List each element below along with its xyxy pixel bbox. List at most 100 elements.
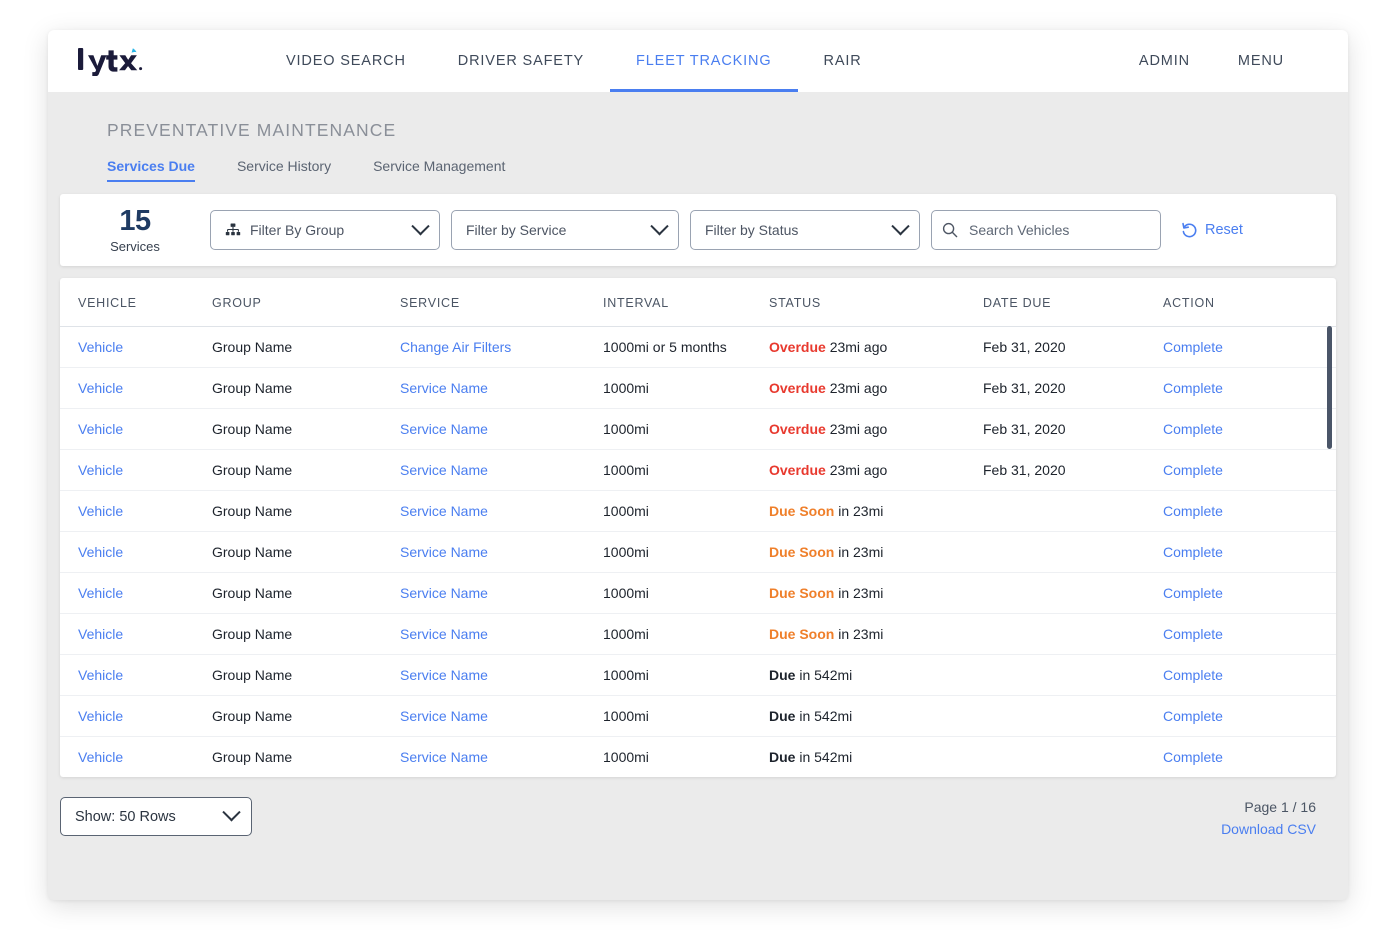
complete-action-link[interactable]: Complete: [1163, 667, 1223, 683]
complete-action-link[interactable]: Complete: [1163, 708, 1223, 724]
vehicle-link[interactable]: Vehicle: [78, 749, 123, 765]
service-link[interactable]: Service Name: [400, 626, 488, 642]
cell-status: Overdue 23mi ago: [769, 450, 983, 491]
search-vehicles-box[interactable]: [931, 210, 1161, 250]
nav-item-menu[interactable]: MENU: [1214, 30, 1308, 92]
nav-item-driver-safety[interactable]: DRIVER SAFETY: [432, 30, 610, 92]
filter-by-group-select[interactable]: Filter By Group: [210, 210, 440, 250]
column-header-date-due[interactable]: DATE DUE: [983, 278, 1163, 327]
tab-service-history[interactable]: Service History: [237, 158, 331, 182]
status-badge: Due Soon: [769, 626, 834, 642]
chevron-down-icon: [411, 217, 429, 235]
cell-action: Complete: [1163, 573, 1336, 614]
cell-group: Group Name: [212, 491, 400, 532]
tab-service-management[interactable]: Service Management: [373, 158, 505, 182]
cell-interval: 1000mi or 5 months: [603, 327, 769, 368]
table-scrollbar-thumb[interactable]: [1327, 326, 1332, 449]
complete-action-link[interactable]: Complete: [1163, 462, 1223, 478]
status-badge: Due Soon: [769, 544, 834, 560]
chevron-down-icon: [891, 217, 909, 235]
filter-by-service-select[interactable]: Filter by Service: [451, 210, 679, 250]
vehicle-link[interactable]: Vehicle: [78, 544, 123, 560]
rows-per-page-select[interactable]: Show: 50 Rows: [60, 797, 252, 836]
cell-status: Due Soon in 23mi: [769, 614, 983, 655]
vehicle-link[interactable]: Vehicle: [78, 339, 123, 355]
column-header-status[interactable]: STATUS: [769, 278, 983, 327]
vehicle-link[interactable]: Vehicle: [78, 626, 123, 642]
vehicle-link[interactable]: Vehicle: [78, 585, 123, 601]
table-row: VehicleGroup NameService Name1000miOverd…: [60, 368, 1336, 409]
cell-status: Due in 542mi: [769, 696, 983, 737]
complete-action-link[interactable]: Complete: [1163, 339, 1223, 355]
table-row: VehicleGroup NameService Name1000miDue S…: [60, 614, 1336, 655]
status-detail: in 23mi: [834, 626, 883, 642]
cell-action: Complete: [1163, 532, 1336, 573]
cell-status: Due in 542mi: [769, 655, 983, 696]
status-detail: in 542mi: [795, 708, 852, 724]
status-badge: Due: [769, 749, 795, 765]
cell-vehicle: Vehicle: [60, 696, 212, 737]
cell-vehicle: Vehicle: [60, 614, 212, 655]
complete-action-link[interactable]: Complete: [1163, 503, 1223, 519]
nav-item-rair[interactable]: RAIR: [798, 30, 888, 92]
services-table-card: VEHICLE GROUP SERVICE INTERVAL STATUS DA…: [60, 278, 1336, 777]
complete-action-link[interactable]: Complete: [1163, 626, 1223, 642]
cell-interval: 1000mi: [603, 368, 769, 409]
tab-services-due[interactable]: Services Due: [107, 158, 195, 182]
vehicle-link[interactable]: Vehicle: [78, 380, 123, 396]
service-link[interactable]: Service Name: [400, 421, 488, 437]
download-csv-button[interactable]: Download CSV: [1221, 819, 1316, 841]
vehicle-link[interactable]: Vehicle: [78, 421, 123, 437]
table-scrollbar[interactable]: [1326, 326, 1334, 775]
vehicle-link[interactable]: Vehicle: [78, 503, 123, 519]
cell-vehicle: Vehicle: [60, 491, 212, 532]
column-header-service[interactable]: SERVICE: [400, 278, 603, 327]
complete-action-link[interactable]: Complete: [1163, 749, 1223, 765]
column-header-action[interactable]: ACTION: [1163, 278, 1336, 327]
services-count-label: Services: [60, 240, 210, 253]
service-link[interactable]: Service Name: [400, 503, 488, 519]
cell-service: Service Name: [400, 696, 603, 737]
service-link[interactable]: Service Name: [400, 462, 488, 478]
service-link[interactable]: Change Air Filters: [400, 339, 511, 355]
filter-by-service-label: Filter by Service: [466, 222, 653, 238]
service-link[interactable]: Service Name: [400, 380, 488, 396]
column-header-group[interactable]: GROUP: [212, 278, 400, 327]
cell-service: Service Name: [400, 450, 603, 491]
complete-action-link[interactable]: Complete: [1163, 380, 1223, 396]
service-link[interactable]: Service Name: [400, 585, 488, 601]
complete-action-link[interactable]: Complete: [1163, 421, 1223, 437]
vehicle-link[interactable]: Vehicle: [78, 708, 123, 724]
cell-action: Complete: [1163, 450, 1336, 491]
cell-group: Group Name: [212, 450, 400, 491]
service-link[interactable]: Service Name: [400, 749, 488, 765]
status-badge: Overdue: [769, 462, 826, 478]
search-input[interactable]: [967, 221, 1150, 239]
service-link[interactable]: Service Name: [400, 667, 488, 683]
cell-status: Due Soon in 23mi: [769, 573, 983, 614]
vehicle-link[interactable]: Vehicle: [78, 667, 123, 683]
service-link[interactable]: Service Name: [400, 708, 488, 724]
status-detail: in 23mi: [834, 544, 883, 560]
nav-item-admin[interactable]: ADMIN: [1115, 30, 1214, 92]
page-tabs: Services Due Service History Service Man…: [60, 158, 1336, 182]
vehicle-link[interactable]: Vehicle: [78, 462, 123, 478]
cell-date-due: [983, 491, 1163, 532]
complete-action-link[interactable]: Complete: [1163, 585, 1223, 601]
table-row: VehicleGroup NameService Name1000miDue i…: [60, 655, 1336, 696]
service-link[interactable]: Service Name: [400, 544, 488, 560]
nav-item-video-search[interactable]: VIDEO SEARCH: [260, 30, 432, 92]
nav-item-fleet-tracking[interactable]: FLEET TRACKING: [610, 30, 797, 92]
reset-filters-button[interactable]: Reset: [1181, 222, 1243, 239]
cell-service: Service Name: [400, 614, 603, 655]
lytx-logo[interactable]: [48, 30, 260, 92]
cell-group: Group Name: [212, 409, 400, 450]
column-header-interval[interactable]: INTERVAL: [603, 278, 769, 327]
column-header-vehicle[interactable]: VEHICLE: [60, 278, 212, 327]
cell-status: Overdue 23mi ago: [769, 327, 983, 368]
cell-interval: 1000mi: [603, 491, 769, 532]
cell-vehicle: Vehicle: [60, 737, 212, 778]
complete-action-link[interactable]: Complete: [1163, 544, 1223, 560]
filter-by-status-select[interactable]: Filter by Status: [690, 210, 920, 250]
table-row: VehicleGroup NameService Name1000miDue S…: [60, 573, 1336, 614]
